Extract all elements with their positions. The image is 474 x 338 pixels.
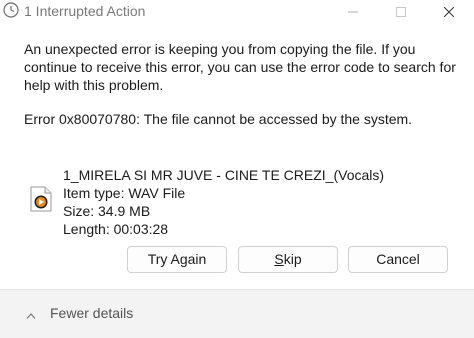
maximize-icon — [396, 7, 406, 17]
fewer-details-toggle[interactable]: Fewer details — [50, 305, 133, 321]
file-size: Size: 34.9 MB — [63, 203, 151, 219]
clock-icon — [3, 2, 19, 18]
try-again-button[interactable]: Try Again — [127, 246, 227, 273]
chevron-up-icon[interactable] — [26, 307, 36, 319]
file-name: 1_MIRELA SI MR JUVE - CINE TE CREZI_(Voc… — [63, 167, 385, 183]
file-details: 1_MIRELA SI MR JUVE - CINE TE CREZI_(Voc… — [63, 166, 384, 238]
minimize-button[interactable] — [330, 0, 376, 24]
skip-button[interactable]: Skip — [238, 246, 338, 273]
skip-label-rest: kip — [283, 251, 302, 267]
close-button[interactable] — [426, 0, 472, 24]
error-code: Error 0x80070780: The file cannot be acc… — [24, 111, 413, 127]
file-type: Item type: WAV File — [63, 185, 186, 201]
close-icon — [444, 7, 454, 17]
title-bar: 1 Interrupted Action — [0, 0, 474, 24]
maximize-button[interactable] — [378, 0, 424, 24]
audio-file-icon — [30, 186, 52, 212]
window-title: 1 Interrupted Action — [24, 3, 146, 19]
file-length: Length: 00:03:28 — [63, 221, 169, 237]
interrupted-action-dialog: 1 Interrupted Action An unexpected error… — [0, 0, 474, 338]
error-message: An unexpected error is keeping you from … — [24, 41, 456, 93]
cancel-button[interactable]: Cancel — [348, 246, 448, 273]
skip-mnemonic: S — [274, 251, 284, 267]
dialog-footer: Fewer details — [0, 289, 474, 338]
minimize-icon — [348, 11, 358, 13]
